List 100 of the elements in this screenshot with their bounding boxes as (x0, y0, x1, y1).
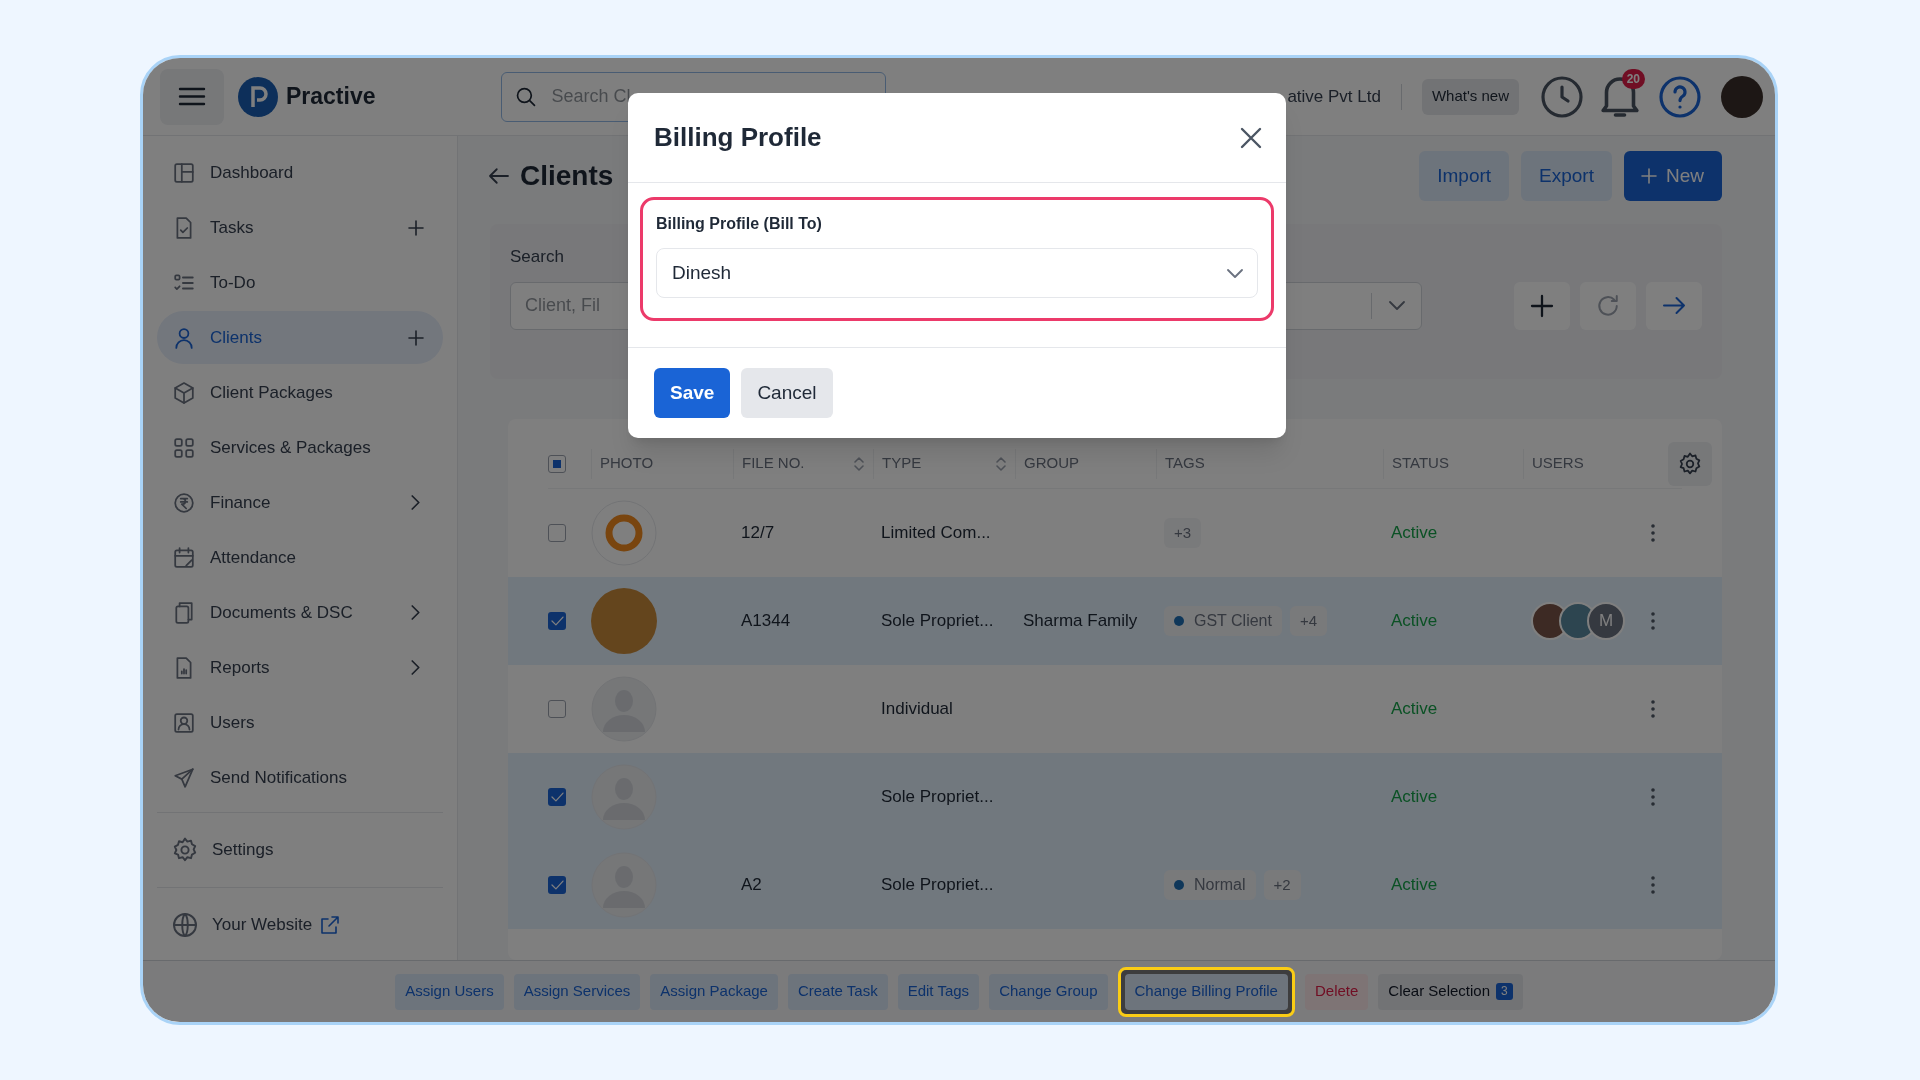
more-vertical-icon (1651, 612, 1655, 630)
search-label: Search (510, 246, 565, 268)
user-icon (174, 326, 194, 349)
more-vertical-icon (1651, 700, 1655, 718)
column-settings-button[interactable] (1668, 441, 1712, 486)
client-type: Sole Propriet... (881, 875, 994, 895)
sidebar-label: Tasks (210, 216, 254, 239)
table-row[interactable]: A1344 Sole Propriet... Sharma Family GST Client +4 Active M (508, 577, 1722, 665)
cube-icon (174, 381, 194, 404)
billing-profile-select[interactable]: Dinesh (656, 248, 1258, 298)
check-icon (551, 793, 563, 801)
toolbar-button[interactable]: Import (1419, 151, 1510, 201)
bulk-action-button[interactable]: Delete (1304, 973, 1369, 1010)
sidebar-item[interactable]: Client Packages (157, 366, 443, 419)
bulk-action-button[interactable]: Assign Users (395, 973, 504, 1010)
page-title: Clients (520, 159, 614, 193)
external-link-icon (322, 917, 339, 933)
table-row[interactable]: Sole Propriet... Active (508, 753, 1722, 841)
sort-icon (997, 457, 1005, 470)
menu-button[interactable] (160, 68, 224, 125)
check-icon (551, 617, 563, 625)
plus-icon (1642, 169, 1656, 183)
sidebar-item[interactable]: Services & Packages (157, 421, 443, 474)
id-card-icon (174, 711, 194, 734)
sidebar-item[interactable]: Tasks (157, 201, 443, 254)
chevron-down-icon (1390, 301, 1404, 309)
row-checkbox[interactable] (548, 876, 566, 894)
table-row[interactable]: Individual Active (508, 665, 1722, 753)
sidebar-label: To-Do (210, 271, 256, 294)
settings-icon (174, 838, 196, 862)
column-header: STATUS (1383, 448, 1523, 479)
toolbar-button[interactable]: Export (1521, 151, 1612, 201)
refresh-button[interactable] (1580, 281, 1636, 330)
more-tags-count: +3 (1164, 518, 1202, 548)
tag: GST Client (1164, 606, 1282, 636)
sidebar-item[interactable]: Reports (157, 641, 443, 694)
cancel-button[interactable]: Cancel (741, 368, 833, 418)
row-checkbox[interactable] (548, 612, 566, 630)
close-button[interactable] (1242, 128, 1260, 147)
sidebar-label: Client Packages (210, 381, 333, 404)
paper-plane-icon (174, 766, 194, 789)
row-checkbox[interactable] (548, 788, 566, 806)
row-checkbox[interactable] (548, 700, 566, 718)
bulk-action-button[interactable]: Edit Tags (897, 973, 980, 1010)
field-label: Billing Profile (Bill To) (656, 214, 823, 234)
apply-button[interactable] (1646, 281, 1702, 330)
sidebar-item[interactable]: Send Notifications (157, 751, 443, 804)
column-header: GROUP (1015, 448, 1156, 479)
chevron-right-icon (412, 496, 419, 509)
status-label: Active (1391, 523, 1438, 543)
refresh-icon (1598, 295, 1618, 316)
new-button[interactable]: New (1624, 151, 1722, 201)
documents-icon (174, 601, 194, 624)
table-row[interactable]: A2 Sole Propriet... Normal +2 Active (508, 841, 1722, 929)
user-initial-avatar: M (1587, 602, 1625, 640)
column-header: TAGS (1156, 448, 1383, 479)
bulk-action-button[interactable]: Assign Package (650, 973, 778, 1010)
bulk-action-button[interactable]: Assign Services (513, 973, 641, 1010)
column-header: USERS (1523, 448, 1643, 479)
whats-new-button[interactable]: What's new (1421, 78, 1519, 115)
sidebar-label: Send Notifications (210, 766, 348, 789)
history-button[interactable] (1543, 77, 1581, 116)
sidebar-item[interactable]: Dashboard (157, 146, 443, 199)
add-filter-button[interactable] (1514, 281, 1570, 330)
arrow-right-icon (1664, 298, 1684, 313)
select-all-checkbox[interactable] (548, 454, 566, 473)
bulk-action-button[interactable]: Change Billing Profile (1124, 973, 1288, 1010)
file-number: A1344 (741, 611, 791, 631)
sidebar-item[interactable]: Attendance (157, 531, 443, 584)
sidebar-item[interactable]: To-Do (157, 256, 443, 309)
sidebar-item[interactable]: Documents & DSC (157, 586, 443, 639)
bulk-action-button[interactable]: Change Group (989, 973, 1108, 1010)
sidebar-item[interactable]: Users (157, 696, 443, 749)
more-vertical-icon (1651, 788, 1655, 806)
column-header[interactable]: FILE NO. (733, 448, 873, 479)
settings-icon (1680, 452, 1700, 475)
settings-item[interactable]: Settings (157, 819, 443, 881)
help-icon (1661, 77, 1699, 116)
file-number: 12/7 (741, 523, 775, 543)
sidebar-label: Attendance (210, 546, 296, 569)
chevron-right-icon (412, 606, 419, 619)
user-avatar[interactable] (1721, 75, 1763, 118)
help-button[interactable] (1661, 77, 1699, 116)
sidebar-item[interactable]: Clients (157, 311, 443, 364)
column-header[interactable]: TYPE (873, 448, 1015, 479)
save-button[interactable]: Save (654, 368, 731, 418)
sidebar-item[interactable]: Finance (157, 476, 443, 529)
grid-icon (174, 436, 194, 459)
dashboard-icon (174, 161, 194, 184)
bulk-action-button[interactable]: Clear Selection 3 (1378, 973, 1523, 1010)
clock-icon (1543, 77, 1581, 116)
menu-icon (180, 89, 204, 104)
row-checkbox[interactable] (548, 524, 566, 542)
website-link[interactable]: Your Website (212, 912, 313, 938)
table-row[interactable]: 12/7 Limited Com... +3 Active (508, 489, 1722, 577)
status-label: Active (1391, 875, 1438, 895)
bulk-action-button[interactable]: Create Task (787, 973, 888, 1010)
settings-label: Settings (212, 839, 274, 862)
client-type: Sole Propriet... (881, 787, 994, 807)
selection-count: 3 (1496, 983, 1513, 1000)
